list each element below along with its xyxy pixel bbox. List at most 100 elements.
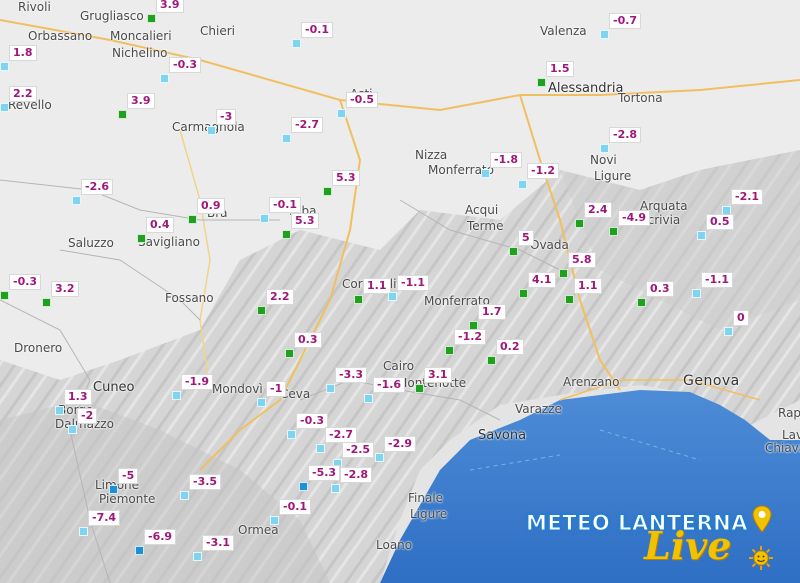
station-marker-icon[interactable] — [637, 298, 646, 307]
temperature-label: -0.3 — [296, 413, 329, 429]
map-pin-icon — [752, 505, 772, 533]
station-marker-icon[interactable] — [55, 406, 64, 415]
weather-map[interactable]: Rivoli Grugliasco Orbassano Moncalieri Chier… — [0, 0, 800, 583]
temperature-label: 0.2 — [496, 339, 524, 355]
temperature-label: 5.3 — [291, 213, 319, 229]
temperature-label: 1.1 — [363, 278, 391, 294]
sun-icon — [749, 546, 773, 570]
temperature-label: -3.1 — [202, 535, 235, 551]
place-label: Nichelino — [112, 46, 168, 60]
station-marker-icon[interactable] — [326, 384, 335, 393]
temperature-label: 0.4 — [146, 217, 174, 233]
place-label: Savigliano — [138, 235, 200, 249]
station-marker-icon[interactable] — [415, 384, 424, 393]
temperature-label: -2.5 — [342, 442, 375, 458]
station-marker-icon[interactable] — [270, 516, 279, 525]
place-label: Ligure — [410, 507, 448, 521]
station-marker-icon[interactable] — [257, 398, 266, 407]
place-label: Mondovì — [212, 382, 263, 396]
station-marker-icon[interactable] — [565, 295, 574, 304]
station-marker-icon[interactable] — [316, 444, 325, 453]
place-label: Acqui — [465, 203, 499, 217]
station-marker-icon[interactable] — [282, 134, 291, 143]
station-marker-icon[interactable] — [481, 169, 490, 178]
place-label: Tortona — [618, 91, 663, 105]
station-marker-icon[interactable] — [68, 425, 77, 434]
station-marker-icon[interactable] — [0, 291, 9, 300]
station-marker-icon[interactable] — [172, 391, 181, 400]
station-marker-icon[interactable] — [135, 546, 144, 555]
station-marker-icon[interactable] — [337, 109, 346, 118]
temperature-label: -1.6 — [373, 377, 406, 393]
station-marker-icon[interactable] — [72, 196, 81, 205]
station-marker-icon[interactable] — [299, 482, 308, 491]
station-marker-icon[interactable] — [188, 215, 197, 224]
station-marker-icon[interactable] — [724, 327, 733, 336]
station-marker-icon[interactable] — [160, 74, 169, 83]
temperature-label: 3.9 — [156, 0, 184, 13]
station-marker-icon[interactable] — [193, 552, 202, 561]
temperature-label: -1.9 — [181, 374, 214, 390]
temperature-label: -1 — [266, 381, 287, 397]
station-marker-icon[interactable] — [0, 62, 9, 71]
temperature-label: 0.9 — [197, 198, 225, 214]
station-marker-icon[interactable] — [509, 247, 518, 256]
temperature-label: 2.2 — [9, 86, 37, 102]
station-marker-icon[interactable] — [354, 295, 363, 304]
temperature-label: 1.3 — [64, 389, 92, 405]
station-marker-icon[interactable] — [285, 349, 294, 358]
station-marker-icon[interactable] — [257, 306, 266, 315]
station-marker-icon[interactable] — [137, 234, 146, 243]
station-marker-icon[interactable] — [519, 289, 528, 298]
place-label: Saluzzo — [68, 236, 114, 250]
place-label: Valenza — [540, 24, 587, 38]
station-marker-icon[interactable] — [487, 356, 496, 365]
station-marker-icon[interactable] — [0, 103, 9, 112]
station-marker-icon[interactable] — [559, 269, 568, 278]
temperature-label: -1.8 — [490, 152, 523, 168]
temperature-label: -2.8 — [340, 467, 373, 483]
station-marker-icon[interactable] — [147, 14, 156, 23]
temperature-label: 1.5 — [546, 61, 574, 77]
station-marker-icon[interactable] — [79, 527, 88, 536]
station-marker-icon[interactable] — [388, 292, 397, 301]
temperature-label: -2.6 — [81, 179, 114, 195]
station-marker-icon[interactable] — [600, 30, 609, 39]
station-marker-icon[interactable] — [42, 298, 51, 307]
temperature-label: 1.8 — [9, 45, 37, 61]
temperature-label: -5.3 — [308, 465, 341, 481]
station-marker-icon[interactable] — [697, 231, 706, 240]
place-label: Rivoli — [18, 0, 51, 14]
station-marker-icon[interactable] — [109, 485, 118, 494]
station-marker-icon[interactable] — [118, 110, 127, 119]
place-label: Moncalieri — [110, 29, 172, 43]
station-marker-icon[interactable] — [518, 180, 527, 189]
station-marker-icon[interactable] — [375, 453, 384, 462]
station-marker-icon[interactable] — [323, 187, 332, 196]
temperature-label: 5.8 — [568, 252, 596, 268]
temperature-label: -1.1 — [397, 275, 430, 291]
station-marker-icon[interactable] — [692, 289, 701, 298]
temperature-label: -3 — [216, 109, 237, 125]
temperature-label: -5 — [118, 468, 139, 484]
station-marker-icon[interactable] — [445, 346, 454, 355]
station-marker-icon[interactable] — [292, 39, 301, 48]
station-marker-icon[interactable] — [282, 230, 291, 239]
station-marker-icon[interactable] — [575, 219, 584, 228]
station-marker-icon[interactable] — [287, 430, 296, 439]
station-marker-icon[interactable] — [260, 214, 269, 223]
temperature-label: -1.2 — [454, 329, 487, 345]
station-marker-icon[interactable] — [537, 78, 546, 87]
temperature-label: -2 — [77, 408, 98, 424]
place-label: Chieri — [200, 24, 235, 38]
station-marker-icon[interactable] — [600, 144, 609, 153]
station-marker-icon[interactable] — [364, 394, 373, 403]
station-marker-icon[interactable] — [331, 484, 340, 493]
station-marker-icon[interactable] — [609, 227, 618, 236]
station-marker-icon[interactable] — [207, 126, 216, 135]
place-label: Dronero — [14, 341, 63, 355]
temperature-label: -0.3 — [9, 274, 42, 290]
temperature-label: -0.1 — [279, 499, 312, 515]
station-marker-icon[interactable] — [180, 491, 189, 500]
place-label: Finale — [408, 491, 444, 505]
